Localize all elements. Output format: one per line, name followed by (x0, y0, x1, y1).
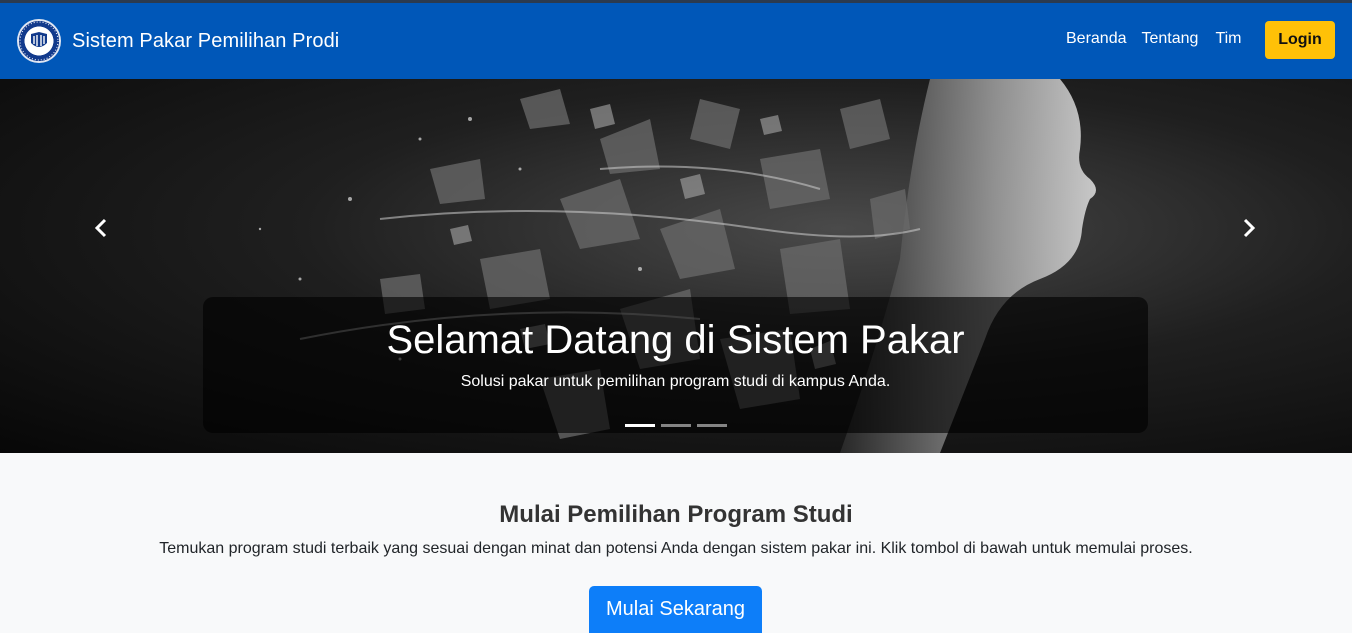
login-button[interactable]: Login (1265, 21, 1335, 59)
brand-title: Sistem Pakar Pemilihan Prodi (72, 29, 340, 52)
section-title: Mulai Pemilihan Program Studi (499, 501, 853, 528)
university-logo (17, 19, 61, 63)
carousel-indicator-1[interactable] (625, 424, 655, 427)
navbar: Sistem Pakar Pemilihan Prodi Beranda Ten… (0, 3, 1352, 79)
hero-carousel: Selamat Datang di Sistem Pakar Solusi pa… (0, 79, 1352, 453)
start-section: Mulai Pemilihan Program Studi Temukan pr… (0, 453, 1352, 633)
section-description: Temukan program studi terbaik yang sesua… (159, 540, 1193, 557)
carousel-indicator-3[interactable] (697, 424, 727, 427)
start-button[interactable]: Mulai Sekarang (589, 586, 762, 633)
carousel-next-icon[interactable] (1237, 216, 1261, 240)
carousel-subtitle: Solusi pakar untuk pemilihan program stu… (460, 373, 891, 390)
carousel-caption: Selamat Datang di Sistem Pakar Solusi pa… (203, 297, 1148, 433)
carousel-indicators (625, 424, 733, 427)
nav-link-tim[interactable]: Tim (1215, 30, 1241, 48)
navbar-brand[interactable]: Sistem Pakar Pemilihan Prodi (17, 19, 339, 63)
nav-link-beranda[interactable]: Beranda (1066, 30, 1127, 48)
carousel-prev-icon[interactable] (89, 216, 113, 240)
nav-link-tentang[interactable]: Tentang (1142, 30, 1199, 48)
carousel-indicator-2[interactable] (661, 424, 691, 427)
carousel-title: Selamat Datang di Sistem Pakar (386, 318, 965, 362)
nav-links: Beranda Tentang Tim (1066, 30, 1242, 48)
